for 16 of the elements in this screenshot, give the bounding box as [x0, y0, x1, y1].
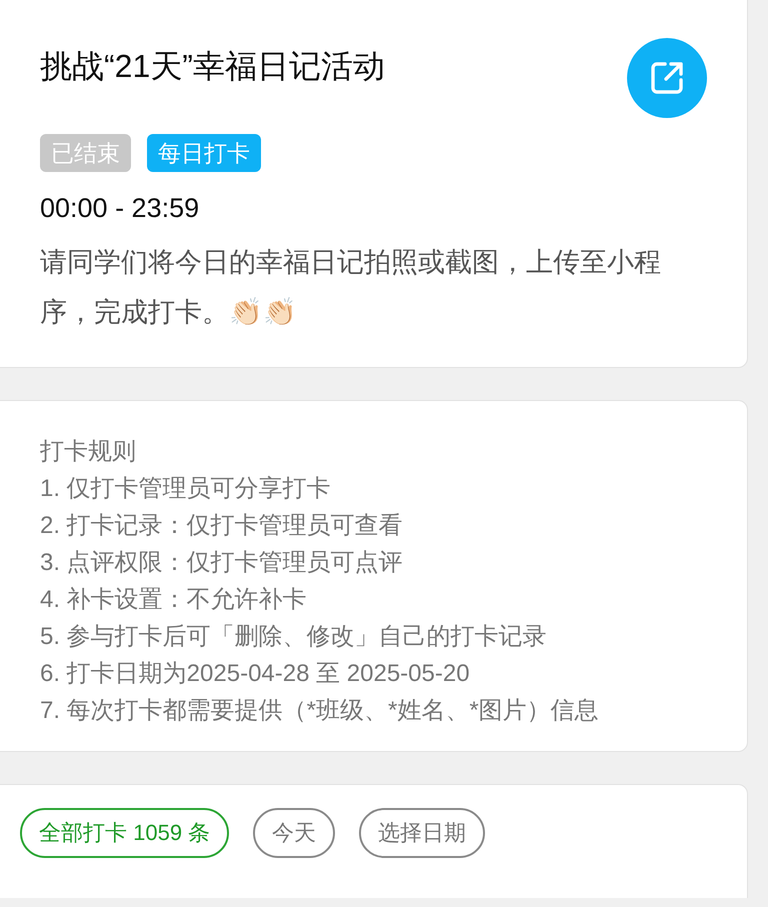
- filter-chip[interactable]: 今天: [253, 808, 336, 858]
- rules-heading: 打卡规则: [40, 436, 137, 466]
- tag: 每日打卡: [147, 134, 261, 172]
- share-icon: [649, 60, 685, 96]
- filter-chip[interactable]: 全部打卡 1059 条: [20, 808, 230, 858]
- rule-text: 7. 每次打卡都需要提供（*班级、*姓名、*图片）信息: [40, 696, 600, 726]
- activity-title: 挑战“21天”幸福日记活动: [40, 47, 385, 86]
- rule-text: 3. 点评权限：仅打卡管理员可点评: [40, 548, 404, 578]
- rule-text: 6. 打卡日期为2025-04-28 至 2025-05-20: [40, 658, 471, 688]
- rule-text: 2. 打卡记录：仅打卡管理员可查看: [40, 510, 404, 540]
- rule-text: 5. 参与打卡后可「删除、修改」自己的打卡记录: [40, 622, 548, 652]
- rule-text: 4. 补卡设置：不允许补卡: [40, 584, 308, 614]
- time-range: 00:00 - 23:59: [40, 192, 200, 225]
- rule-text: 1. 仅打卡管理员可分享打卡: [40, 474, 332, 504]
- description-text: 请同学们将今日的幸福日记拍照或截图，上传至小程序，完成打卡。👏🏻👏🏻: [40, 246, 662, 328]
- filter-chip[interactable]: 选择日期: [359, 808, 486, 858]
